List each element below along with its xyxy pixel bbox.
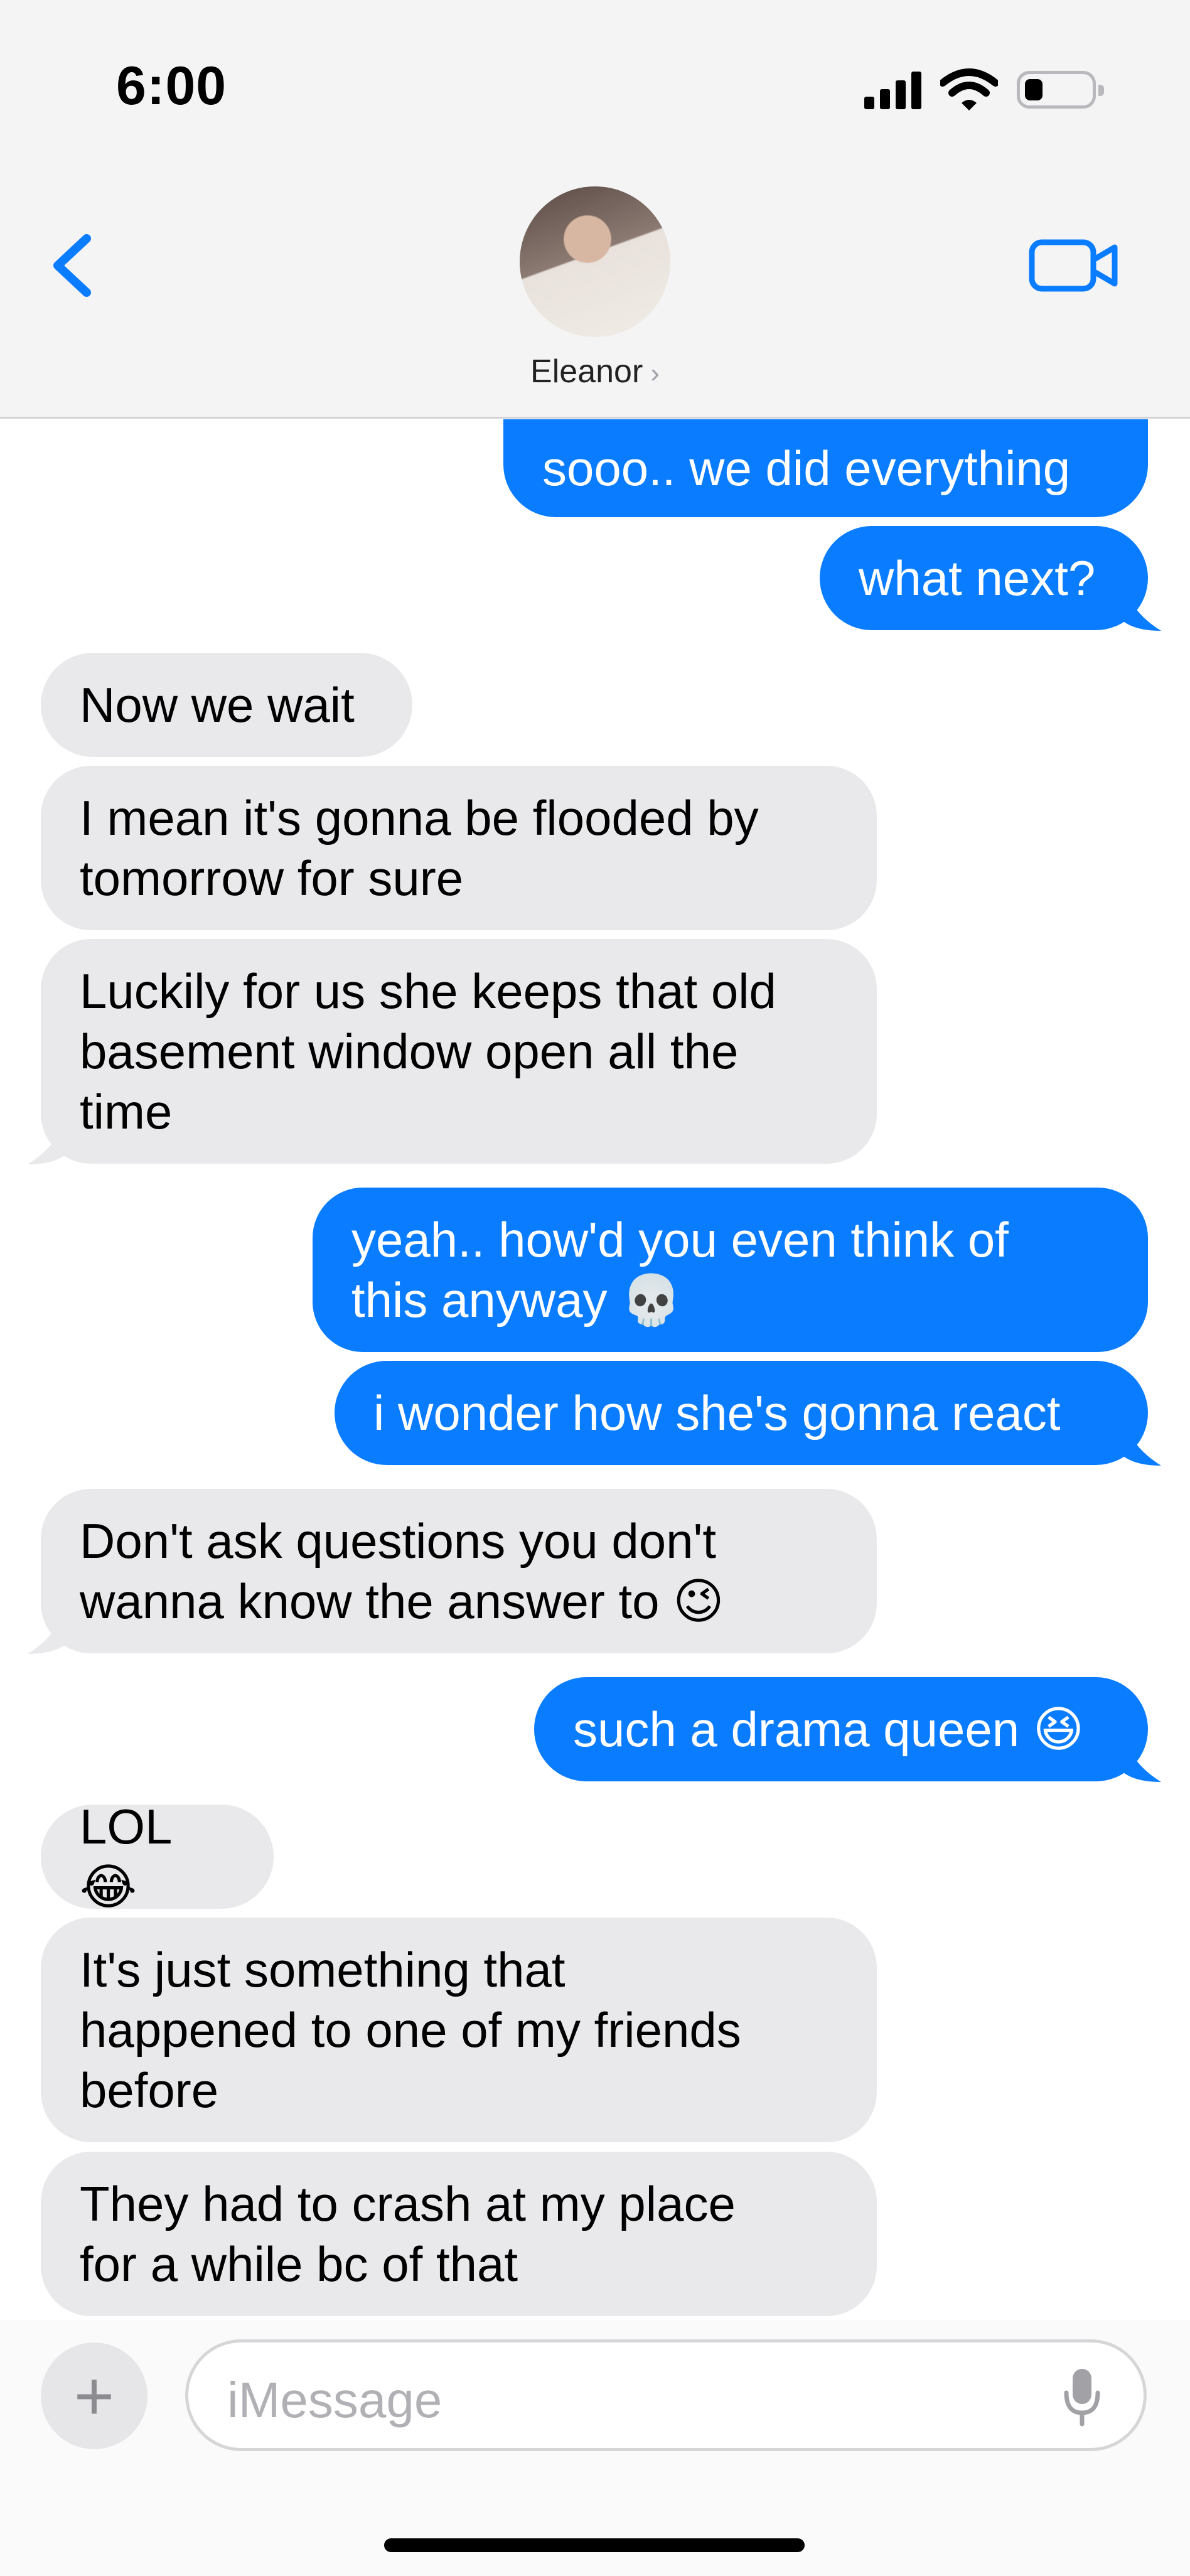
message-bubble-sent[interactable]: such a drama queen 😆 [534, 1677, 1148, 1781]
message-bubble-sent[interactable]: i wonder how she's gonna react [335, 1361, 1148, 1465]
message-bubble-received[interactable]: Don't ask questions you don't wanna know… [41, 1489, 877, 1653]
message-bubble-sent[interactable]: yeah.. how'd you even think of this anyw… [313, 1188, 1148, 1352]
conversation-header: 6:00 Eleanor › [0, 0, 1190, 419]
bubble-tail [1118, 587, 1161, 631]
bubble-tail [28, 1120, 70, 1164]
contact-name-button[interactable]: Eleanor › [0, 353, 1190, 390]
microphone-icon[interactable] [1063, 2368, 1101, 2427]
message-input-placeholder: iMessage [227, 2372, 442, 2428]
plus-button[interactable]: + [41, 2343, 147, 2449]
status-icons [864, 68, 1104, 112]
video-camera-icon[interactable] [1027, 231, 1121, 300]
back-chevron-icon[interactable] [44, 231, 107, 300]
message-bubble-received[interactable]: I mean it's gonna be flooded by tomorrow… [41, 766, 877, 930]
message-bubble-received[interactable]: Luckily for us she keeps that old baseme… [41, 939, 877, 1164]
contact-name: Eleanor [530, 353, 643, 390]
bubble-tail [1118, 1738, 1161, 1782]
chevron-right-icon: › [650, 358, 660, 389]
status-time: 6:00 [116, 56, 227, 116]
message-bubble-sent[interactable]: what next? [820, 526, 1148, 630]
contact-avatar[interactable] [520, 186, 670, 337]
message-bubble-received[interactable]: They had to crash at my place for a whil… [41, 2152, 877, 2316]
wifi-icon [940, 68, 998, 110]
message-bubble-received[interactable]: It's just something that happened to one… [41, 1918, 877, 2142]
cellular-signal-icon [864, 70, 921, 109]
bubble-tail [28, 1610, 70, 1654]
message-input[interactable]: iMessage [185, 2339, 1147, 2451]
bubble-tail [1118, 1422, 1161, 1466]
battery-icon [1017, 71, 1104, 109]
message-bubble-sent[interactable]: sooo.. we did everything [503, 419, 1148, 517]
message-bubble-received[interactable]: LOL 😂 [41, 1799, 274, 1914]
message-bubble-received[interactable]: Now we wait [41, 653, 412, 757]
home-indicator [384, 2538, 805, 2552]
